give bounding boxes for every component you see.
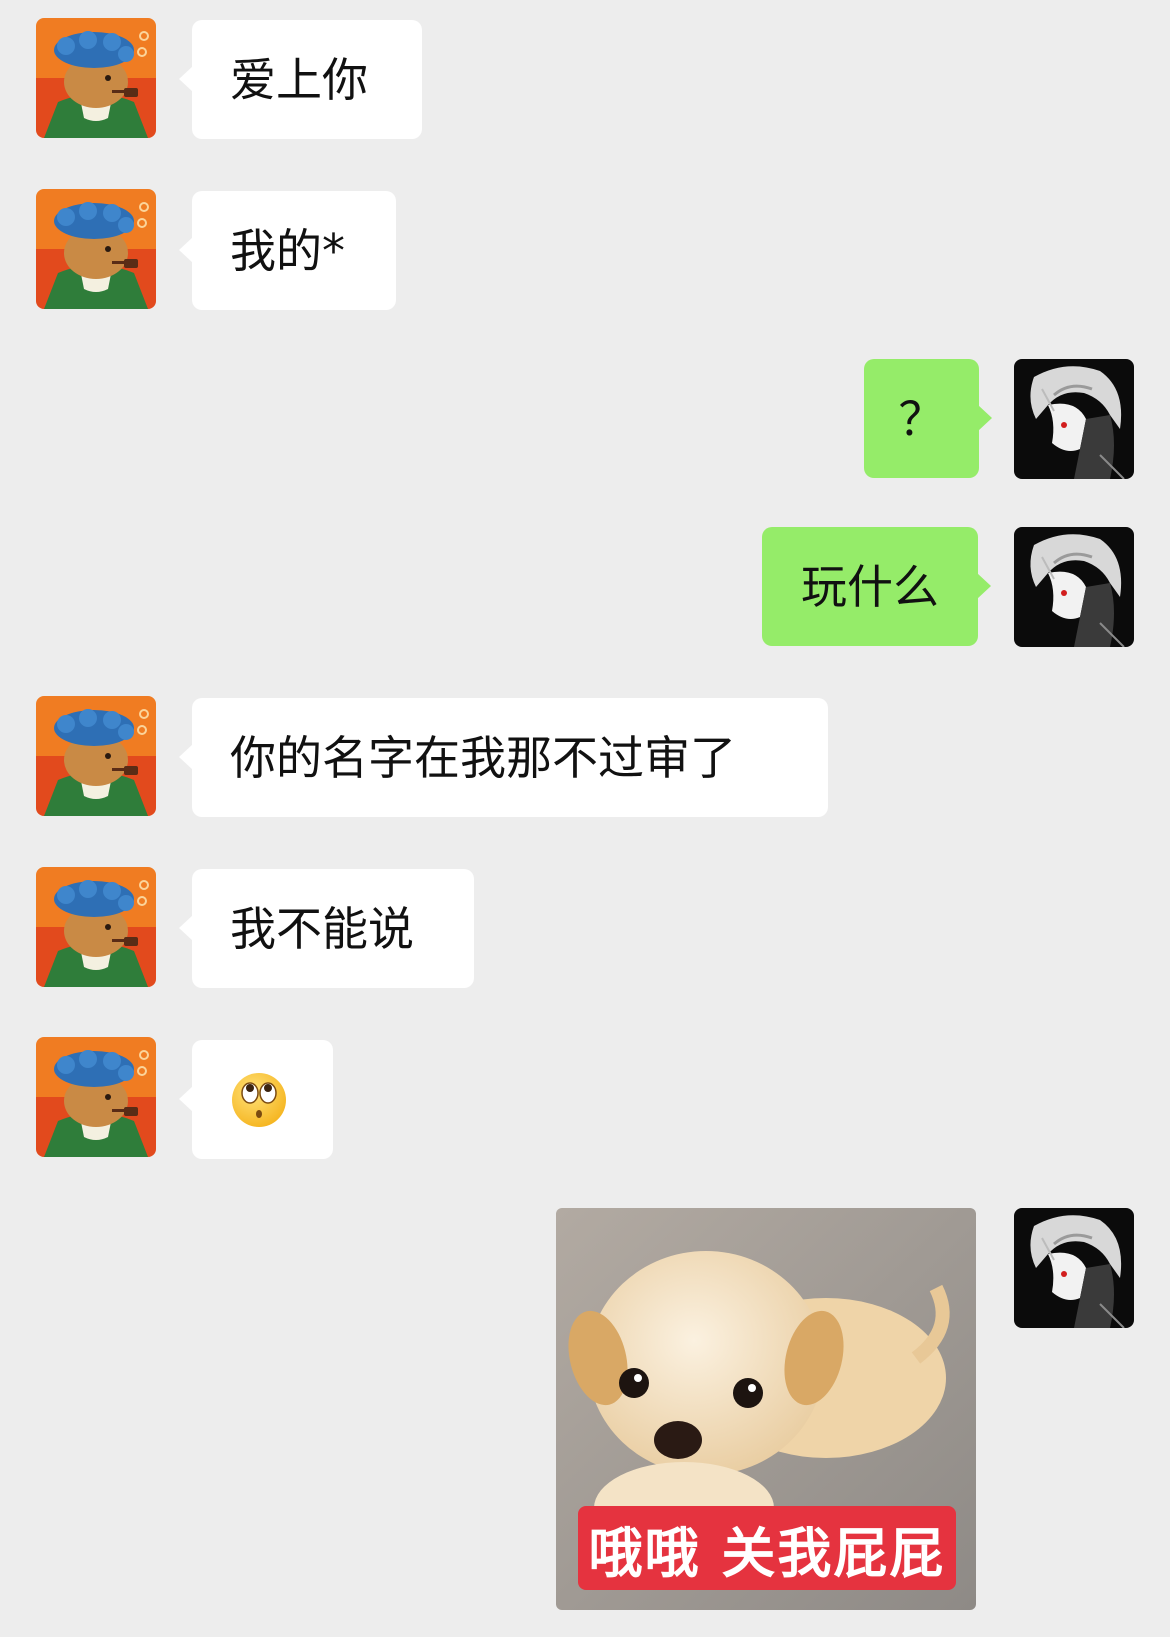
message-text: 我不能说 (230, 901, 414, 956)
bear-avatar-icon (36, 867, 156, 987)
contact-avatar[interactable] (36, 867, 156, 987)
contact-avatar[interactable] (36, 1037, 156, 1157)
message-bubble[interactable]: 我不能说 (179, 869, 474, 988)
anime-avatar-icon (1014, 1208, 1134, 1328)
puppy-sticker[interactable]: 哦哦 关我屁屁 (556, 1208, 976, 1610)
message-bubble[interactable] (179, 1040, 333, 1159)
bear-avatar-icon (36, 189, 156, 309)
message-text: 你的名字在我那不过审了 (230, 730, 736, 785)
anime-avatar-icon (1014, 359, 1134, 479)
my-avatar[interactable] (1014, 359, 1134, 479)
message-text: 爱上你 (230, 52, 368, 107)
my-avatar[interactable] (1014, 527, 1134, 647)
anime-avatar-icon (1014, 527, 1134, 647)
bear-avatar-icon (36, 1037, 156, 1157)
message-bubble[interactable]: ？ (864, 359, 992, 478)
message-text: 玩什么 (801, 559, 939, 614)
chat-screen: { "messages": [ {"sender": "contact", "t… (0, 0, 1170, 1637)
contact-avatar[interactable] (36, 189, 156, 309)
message-bubble[interactable]: 玩什么 (762, 527, 991, 646)
message-bubble[interactable]: 爱上你 (179, 20, 422, 139)
my-avatar[interactable] (1014, 1208, 1134, 1328)
bear-avatar-icon (36, 18, 156, 138)
contact-avatar[interactable] (36, 18, 156, 138)
message-text: 我的* (230, 223, 345, 278)
message-bubble[interactable]: 你的名字在我那不过审了 (179, 698, 828, 817)
message-bubble[interactable]: 我的* (179, 191, 396, 310)
message-text: ？ (898, 391, 945, 446)
sticker-caption: 哦哦 关我屁屁 (578, 1506, 956, 1590)
rolling-eyes-emoji-icon (232, 1072, 286, 1127)
contact-avatar[interactable] (36, 696, 156, 816)
bear-avatar-icon (36, 696, 156, 816)
